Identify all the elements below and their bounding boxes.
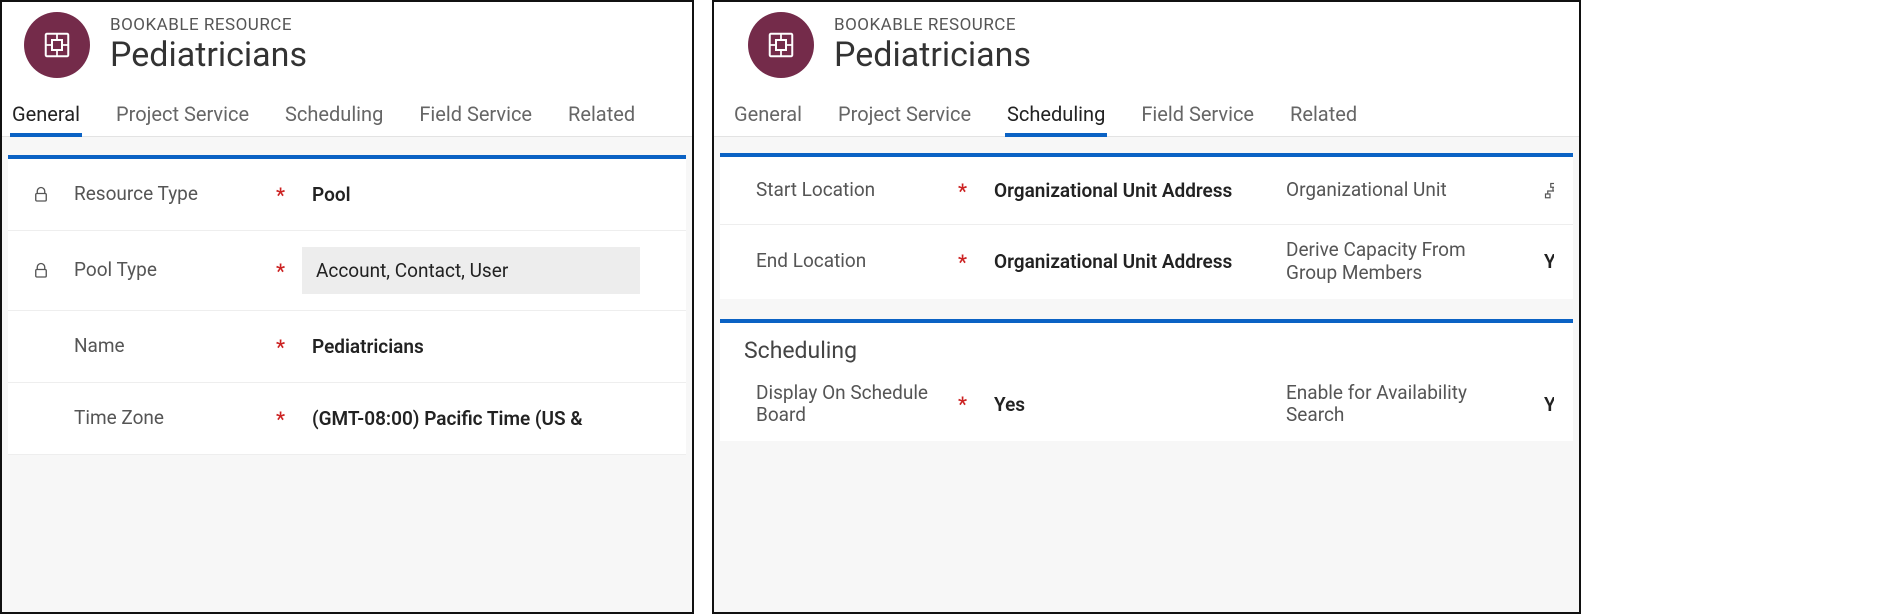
entity-avatar	[24, 12, 90, 78]
required-mark: *	[958, 392, 982, 416]
field-value-resource-type[interactable]: Pool	[302, 175, 662, 214]
tab-related[interactable]: Related	[566, 96, 637, 136]
required-mark: *	[958, 179, 982, 203]
record-title: Pediatricians	[110, 37, 307, 74]
lock-icon	[32, 186, 72, 204]
tab-scheduling[interactable]: Scheduling	[283, 96, 385, 136]
entity-kicker: BOOKABLE RESOURCE	[834, 15, 1031, 35]
scheduling-top-section: Start Location * Organizational Unit Add…	[720, 153, 1573, 299]
field-time-zone: Time Zone * (GMT-08:00) Pacific Time (US…	[8, 383, 686, 455]
tab-related[interactable]: Related	[1288, 96, 1359, 136]
field-name: Name * Pediatricians	[8, 311, 686, 383]
general-section: Resource Type * Pool Pool Type * Account…	[8, 155, 686, 455]
tab-field-service[interactable]: Field Service	[1139, 96, 1256, 136]
record-header: BOOKABLE RESOURCE Pediatricians	[2, 2, 692, 86]
scheduling-bottom-section: Scheduling Display On Schedule Board * Y…	[720, 319, 1573, 442]
entity-icon	[766, 30, 796, 60]
field-label: End Location	[756, 250, 956, 273]
field-resource-type: Resource Type * Pool	[8, 159, 686, 231]
field-label: Name	[74, 335, 274, 358]
required-mark: *	[276, 407, 300, 431]
record-header: BOOKABLE RESOURCE Pediatricians	[714, 2, 1579, 86]
entity-icon	[42, 30, 72, 60]
required-mark: *	[276, 335, 300, 359]
field-label: Enable for Availability Search	[1286, 382, 1506, 428]
field-label: Resource Type	[74, 183, 274, 206]
org-unit-icon	[1544, 182, 1554, 200]
required-mark: *	[958, 250, 982, 274]
field-label: Time Zone	[74, 407, 274, 430]
record-title: Pediatricians	[834, 37, 1031, 74]
row-start-location: Start Location * Organizational Unit Add…	[720, 157, 1573, 225]
tab-scheduling[interactable]: Scheduling	[1005, 96, 1107, 136]
field-value-display-board[interactable]: Yes	[984, 385, 1284, 424]
field-label: Organizational Unit	[1286, 179, 1506, 202]
field-label: Start Location	[756, 179, 956, 202]
panel-general: BOOKABLE RESOURCE Pediatricians General …	[0, 0, 694, 614]
field-label: Display On Schedule Board	[756, 382, 956, 428]
tab-field-service[interactable]: Field Service	[417, 96, 534, 136]
tab-general[interactable]: General	[10, 96, 82, 136]
field-value-end-location[interactable]: Organizational Unit Address	[984, 242, 1284, 281]
entity-kicker: BOOKABLE RESOURCE	[110, 15, 307, 35]
required-mark: *	[276, 259, 300, 283]
tab-strip: General Project Service Scheduling Field…	[714, 86, 1579, 137]
tab-general[interactable]: General	[732, 96, 804, 136]
section-title: Scheduling	[720, 323, 1573, 368]
row-display-board: Display On Schedule Board * Yes Enable f…	[720, 368, 1573, 442]
row-end-location: End Location * Organizational Unit Addre…	[720, 225, 1573, 299]
field-pool-type: Pool Type * Account, Contact, User	[8, 231, 686, 311]
field-value-name[interactable]: Pediatricians	[302, 327, 662, 366]
tab-strip: General Project Service Scheduling Field…	[2, 86, 692, 137]
field-label: Pool Type	[74, 259, 274, 282]
field-value-org-unit[interactable]: Redmond	[1534, 171, 1554, 210]
required-mark: *	[276, 183, 300, 207]
field-label: Derive Capacity From Group Members	[1286, 239, 1506, 285]
field-value-start-location[interactable]: Organizational Unit Address	[984, 171, 1284, 210]
field-value-derive-capacity[interactable]: Yes	[1534, 242, 1554, 281]
lock-icon	[32, 262, 72, 280]
panel-scheduling: BOOKABLE RESOURCE Pediatricians General …	[712, 0, 1581, 614]
field-value-enable-avail[interactable]: Yes	[1534, 385, 1554, 424]
entity-avatar	[748, 12, 814, 78]
field-value-time-zone[interactable]: (GMT-08:00) Pacific Time (US &	[302, 399, 662, 438]
tab-project-service[interactable]: Project Service	[114, 96, 251, 136]
tab-project-service[interactable]: Project Service	[836, 96, 973, 136]
field-value-pool-type[interactable]: Account, Contact, User	[302, 247, 640, 294]
